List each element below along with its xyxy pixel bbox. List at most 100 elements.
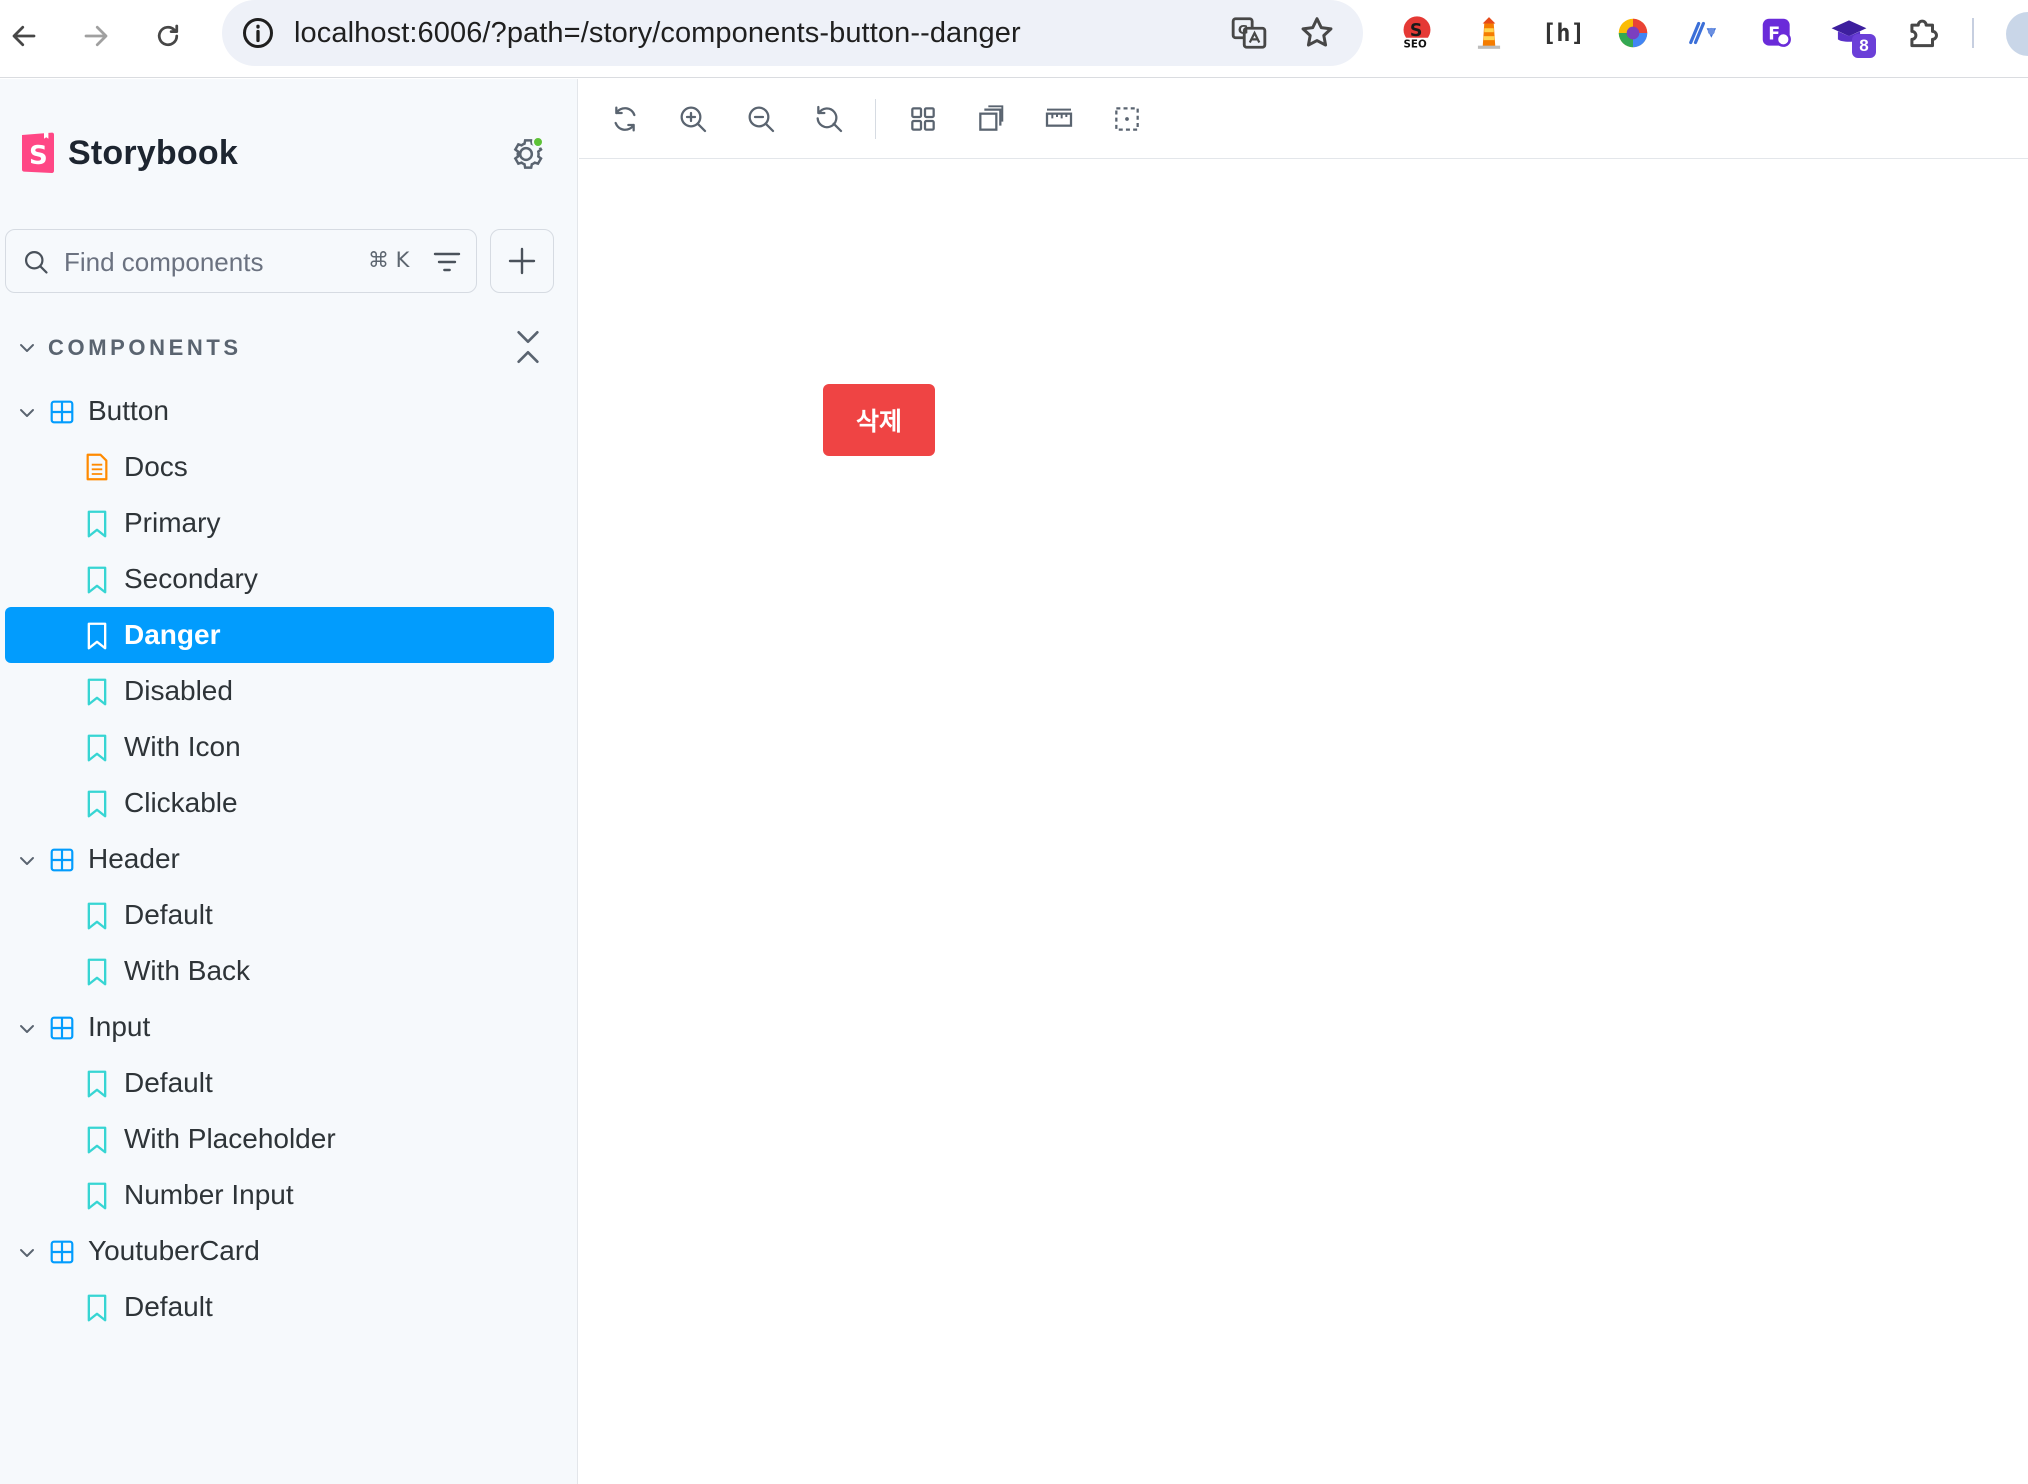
tree-story-button-with-icon[interactable]: With Icon [5,719,554,775]
color-picker-icon[interactable] [1614,14,1652,52]
tree-group-header[interactable]: Header [5,831,554,887]
filter-button[interactable] [430,246,464,278]
chevron-down-icon [18,852,36,870]
group-label: Header [88,843,180,874]
puzzle-icon[interactable] [1904,14,1942,52]
component-icon [49,1015,75,1041]
extension-badge: 8 [1852,34,1876,58]
brand-title: Storybook [68,133,238,172]
plus-icon [508,247,536,275]
svg-text:[h]: [h] [1542,19,1580,47]
fontfinder-icon[interactable]: F [1758,14,1796,52]
site-info-icon[interactable] [240,15,276,51]
graduation-cap-icon[interactable]: 8 [1830,14,1876,58]
vue-devtools-icon[interactable] [1686,14,1724,52]
story-label: Docs [124,451,188,482]
search-box: ⌘ K [5,229,477,293]
background-button[interactable] [971,99,1011,139]
story-label: Default [124,1067,213,1098]
tree-story-button-primary[interactable]: Primary [5,495,554,551]
story-label: Default [124,899,213,930]
arrow-left-icon [12,25,36,47]
zoom-out-icon [748,106,775,133]
components-section-header[interactable]: COMPONENTS [16,327,546,367]
tree-story-button-disabled[interactable]: Disabled [5,663,554,719]
bookmark-icon [86,678,108,706]
tree-docs-button-docs[interactable]: Docs [5,439,554,495]
collapse-all-icon [517,331,539,363]
story-label: Disabled [124,675,233,706]
story-label: Number Input [124,1179,294,1210]
reload-icon [157,24,179,47]
document-icon [85,453,109,481]
tree-group-youtubercard[interactable]: YoutuberCard [5,1223,554,1279]
remount-icon [614,106,636,132]
tree-story-header-with-back[interactable]: With Back [5,943,554,999]
group-label: Button [88,395,169,426]
bookmark-icon [86,1126,108,1154]
story-label: With Placeholder [124,1123,336,1154]
chevron-down-icon [18,1244,36,1262]
lighthouse-icon[interactable] [1470,14,1508,52]
create-story-button[interactable] [490,229,554,293]
grid-button[interactable] [903,99,943,139]
bookmark-icon [86,622,108,650]
toolbar-separator [875,99,876,139]
outline-icon [1115,107,1139,131]
tree-story-input-with-placeholder[interactable]: With Placeholder [5,1111,554,1167]
background-icon [979,105,1004,131]
address-bar[interactable]: localhost:6006/?path=/story/components-b… [222,0,1363,66]
story-label: Secondary [124,563,258,594]
tree-story-input-default[interactable]: Default [5,1055,554,1111]
bookmark-icon [86,1182,108,1210]
reload-button[interactable] [144,12,192,60]
translate-icon[interactable]: G [1230,14,1268,52]
remount-button[interactable] [605,99,645,139]
tree-story-button-secondary[interactable]: Secondary [5,551,554,607]
tree-story-header-default[interactable]: Default [5,887,554,943]
svg-text:G: G [1238,22,1248,37]
measure-button[interactable] [1039,99,1079,139]
tree-story-input-number-input[interactable]: Number Input [5,1167,554,1223]
search-shortcut: ⌘ K [368,248,410,272]
preview-toolbar [579,79,2028,159]
zoom-in-button[interactable] [673,99,713,139]
collapse-all-button[interactable] [512,327,544,367]
browser-toolbar: localhost:6006/?path=/story/components-b… [0,0,2028,78]
bookmark-icon [86,1070,108,1098]
bookmark-icon [86,510,108,538]
storybook-sidebar: S Storybook ⌘ K COMPONENTS Button Docs Pri… [0,79,578,1484]
outline-button[interactable] [1107,99,1147,139]
svg-text:SEO: SEO [1404,39,1427,51]
bookmark-icon [86,734,108,762]
storybook-brand[interactable]: S Storybook [20,131,238,175]
seo-icon[interactable]: S SEO [1398,14,1436,52]
tree-story-youtubercard-default[interactable]: Default [5,1279,554,1335]
tree-story-button-danger[interactable]: Danger [5,607,554,663]
danger-delete-button[interactable]: 삭제 [823,384,935,456]
tree-group-input[interactable]: Input [5,999,554,1055]
zoom-out-button[interactable] [741,99,781,139]
tree-group-button[interactable]: Button [5,383,554,439]
bookmark-star-icon[interactable] [1298,14,1336,52]
filter-icon [433,252,461,272]
bookmark-icon [86,1294,108,1322]
tree-story-button-clickable[interactable]: Clickable [5,775,554,831]
url-text: localhost:6006/?path=/story/components-b… [294,17,1021,49]
hotjar-icon[interactable]: [h] [1542,14,1580,52]
search-icon [24,250,48,274]
bookmark-icon [86,790,108,818]
story-label: Clickable [124,787,238,818]
back-button[interactable] [0,12,48,60]
zoom-in-icon [680,106,707,133]
reset-zoom-button[interactable] [809,99,849,139]
group-label: Input [88,1011,151,1042]
search-input[interactable] [64,240,344,284]
settings-button[interactable] [506,134,546,174]
chevron-down-icon [18,404,36,422]
reset-zoom-icon [816,105,843,133]
profile-avatar[interactable] [2006,12,2028,56]
story-preview-canvas: 삭제 [579,160,2028,1484]
grid-icon [911,107,935,131]
forward-button[interactable] [72,12,120,60]
